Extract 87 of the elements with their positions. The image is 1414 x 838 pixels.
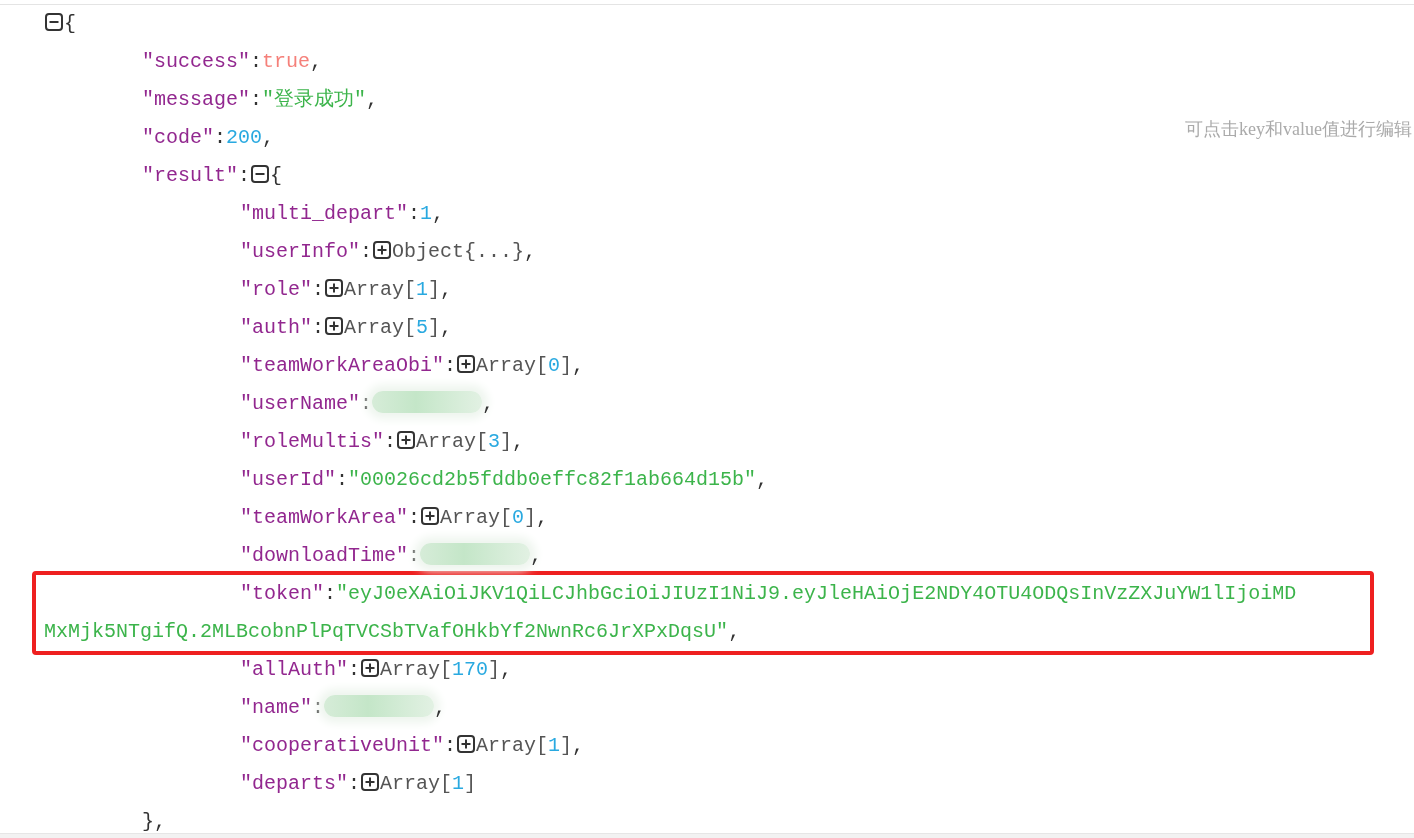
json-punctuation: , xyxy=(512,430,525,453)
type-label: Array[ xyxy=(416,430,489,453)
json-key[interactable]: "downloadTime" xyxy=(240,544,409,567)
type-label: Array[ xyxy=(344,278,417,301)
expand-icon[interactable] xyxy=(457,355,476,373)
json-punctuation: : xyxy=(408,544,421,567)
type-label: ] xyxy=(524,506,537,529)
collapse-icon[interactable] xyxy=(251,165,270,183)
type-label: Array[ xyxy=(380,658,453,681)
json-punctuation: { xyxy=(270,164,283,187)
json-punctuation: : xyxy=(360,240,373,263)
type-label: ] xyxy=(500,430,513,453)
json-key[interactable]: "multi_depart" xyxy=(240,202,409,225)
json-key[interactable]: "teamWorkAreaObi" xyxy=(240,354,445,377)
type-label: ] xyxy=(464,772,477,795)
json-punctuation: : xyxy=(336,468,349,491)
type-label: Object{...} xyxy=(392,240,525,263)
json-punctuation: , xyxy=(572,354,585,377)
json-key[interactable]: "userId" xyxy=(240,468,336,491)
json-punctuation: , xyxy=(482,392,495,415)
json-punctuation: , xyxy=(440,278,453,301)
json-punctuation: : xyxy=(348,658,361,681)
json-key[interactable]: "role" xyxy=(240,278,312,301)
json-key[interactable]: "message" xyxy=(142,88,251,111)
json-key[interactable]: "cooperativeUnit" xyxy=(240,734,445,757)
type-label: ] xyxy=(560,734,573,757)
expand-icon[interactable] xyxy=(361,773,380,791)
collapse-icon[interactable] xyxy=(45,13,63,31)
json-punctuation: , xyxy=(434,696,447,719)
json-key[interactable]: "userInfo" xyxy=(240,240,361,263)
json-punctuation: : xyxy=(348,772,361,795)
type-label: ] xyxy=(428,278,441,301)
json-punctuation: , xyxy=(500,658,513,681)
json-key[interactable]: "result" xyxy=(142,164,238,187)
json-punctuation: , xyxy=(432,202,445,225)
json-punctuation: : xyxy=(360,392,373,415)
expand-icon[interactable] xyxy=(421,507,440,525)
expand-icon[interactable] xyxy=(457,735,476,753)
json-punctuation: , xyxy=(572,734,585,757)
type-label: ] xyxy=(560,354,573,377)
json-punctuation: , xyxy=(756,468,769,491)
json-key[interactable]: "departs" xyxy=(240,772,349,795)
json-key[interactable]: "auth" xyxy=(240,316,312,339)
json-punctuation: : xyxy=(214,126,227,149)
json-key[interactable]: "token" xyxy=(240,582,324,605)
expand-icon[interactable] xyxy=(373,241,392,259)
type-label: ] xyxy=(428,316,441,339)
type-label: Array[ xyxy=(440,506,513,529)
type-label: ] xyxy=(488,658,501,681)
json-punctuation: , xyxy=(536,506,549,529)
expand-icon[interactable] xyxy=(397,431,416,449)
json-punctuation: , xyxy=(262,126,275,149)
type-label: Array[ xyxy=(344,316,417,339)
json-key[interactable]: "roleMultis" xyxy=(240,430,385,453)
json-punctuation: { xyxy=(64,12,76,35)
json-punctuation: , xyxy=(530,544,543,567)
json-punctuation: }, xyxy=(142,810,166,833)
type-label: Array[ xyxy=(476,354,549,377)
expand-icon[interactable] xyxy=(361,659,380,677)
json-punctuation: : xyxy=(408,506,421,529)
json-punctuation: : xyxy=(238,164,251,187)
json-key[interactable]: "teamWorkArea" xyxy=(240,506,409,529)
json-punctuation: , xyxy=(366,88,379,111)
json-punctuation: : xyxy=(312,316,325,339)
expand-icon[interactable] xyxy=(325,279,344,297)
json-punctuation: : xyxy=(250,50,263,73)
json-key[interactable]: "name" xyxy=(240,696,312,719)
json-punctuation: : xyxy=(324,582,337,605)
json-punctuation: , xyxy=(440,316,453,339)
json-punctuation: : xyxy=(250,88,263,111)
json-key[interactable]: "allAuth" xyxy=(240,658,349,681)
json-key[interactable]: "code" xyxy=(142,126,214,149)
json-punctuation: , xyxy=(310,50,323,73)
json-punctuation: : xyxy=(444,354,457,377)
json-punctuation: : xyxy=(408,202,421,225)
edit-hint: 可点击key和value值进行编辑 xyxy=(1185,118,1412,141)
json-punctuation: , xyxy=(728,620,741,643)
json-key[interactable]: "success" xyxy=(142,50,251,73)
json-key[interactable]: "userName" xyxy=(240,392,361,415)
type-label: Array[ xyxy=(380,772,453,795)
expand-icon[interactable] xyxy=(325,317,344,335)
type-label: Array[ xyxy=(476,734,549,757)
json-punctuation: : xyxy=(312,696,325,719)
json-punctuation: : xyxy=(384,430,397,453)
json-punctuation: : xyxy=(312,278,325,301)
json-punctuation: : xyxy=(444,734,457,757)
json-punctuation: , xyxy=(524,240,537,263)
